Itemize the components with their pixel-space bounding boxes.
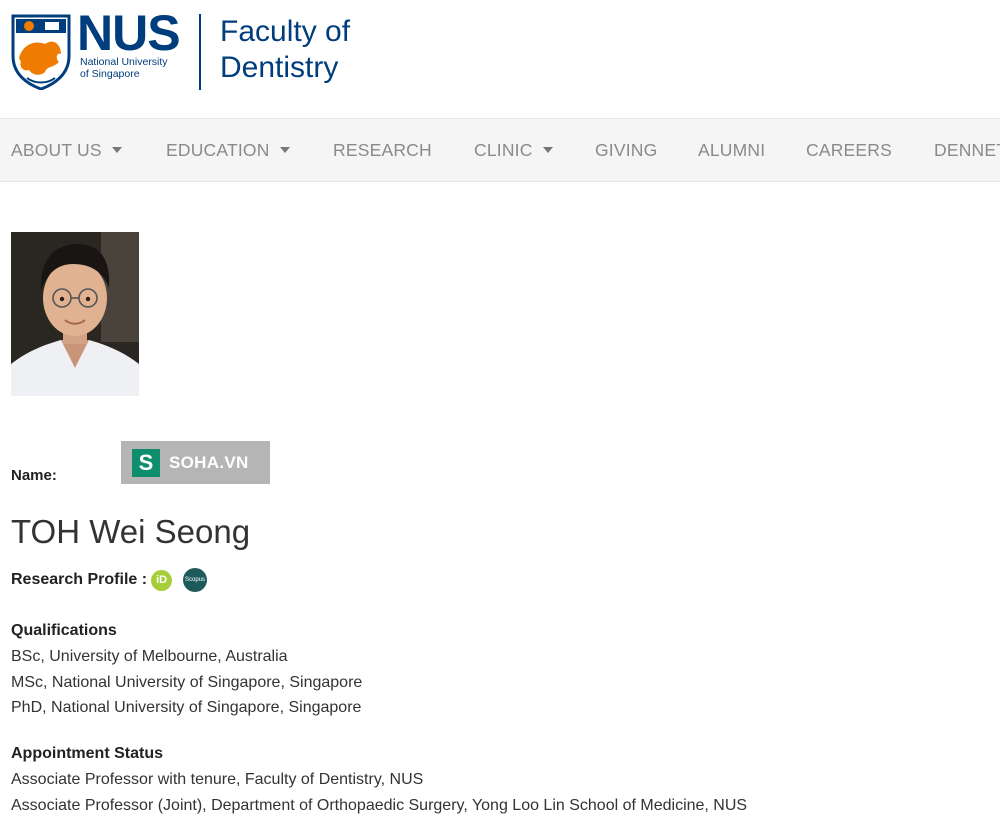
qualifications-list: BSc, University of Melbourne, Australia … — [11, 644, 362, 721]
faculty-title[interactable]: Faculty of Dentistry — [220, 14, 350, 86]
qualification-item: MSc, National University of Singapore, S… — [11, 673, 363, 691]
research-profile-label: Research Profile : — [11, 571, 148, 588]
nav-item-label: DENNET — [934, 140, 1000, 160]
soha-logo-icon: S — [132, 449, 160, 477]
caret-down-icon — [279, 146, 290, 153]
nav-item-label: ALUMNI — [698, 140, 766, 160]
qualifications-title: Qualifications — [11, 622, 117, 639]
nus-crest-icon[interactable] — [11, 14, 71, 91]
nav-item-education[interactable]: EDUCATION — [166, 139, 290, 161]
caret-down-icon — [111, 146, 122, 153]
watermark-text: SOHA.VN — [169, 453, 249, 472]
appointment-item: Associate Professor (Joint), Department … — [11, 796, 748, 814]
nav-item-dennet[interactable]: DENNET — [934, 139, 1000, 161]
nav-item-careers[interactable]: CAREERS — [806, 139, 892, 161]
nus-subtitle-line1: National University — [80, 56, 168, 68]
nav-item-label: CAREERS — [806, 140, 893, 160]
nav-item-about-us[interactable]: ABOUT US — [11, 139, 122, 161]
orcid-icon[interactable]: iD — [151, 569, 173, 591]
main-nav: ABOUT US EDUCATION RESEARCH CLINIC GIVIN… — [0, 118, 1000, 182]
research-profile: Research Profile : iD Scopus — [11, 568, 208, 592]
scopus-icon[interactable]: Scopus — [183, 568, 208, 592]
soha-watermark: S SOHA.VN — [121, 441, 270, 484]
appointment-status-title: Appointment Status — [11, 745, 163, 762]
person-name: TOH Wei Seong — [11, 513, 251, 550]
qualification-item: BSc, University of Melbourne, Australia — [11, 648, 288, 665]
nav-item-clinic[interactable]: CLINIC — [474, 139, 553, 161]
nus-subtitle-line2: of Singapore — [80, 68, 140, 80]
logo-divider — [199, 14, 201, 90]
nav-item-label: ABOUT US — [11, 140, 102, 160]
appointment-item: Associate Professor with tenure, Faculty… — [11, 771, 424, 788]
nav-item-label: CLINIC — [474, 140, 533, 160]
nav-item-label: RESEARCH — [333, 140, 432, 160]
nus-wordmark[interactable]: NUS — [77, 8, 181, 58]
profile-photo — [11, 232, 139, 396]
nav-item-label: EDUCATION — [166, 140, 270, 160]
nav-item-alumni[interactable]: ALUMNI — [698, 139, 765, 161]
appointment-list: Associate Professor with tenure, Faculty… — [11, 767, 747, 818]
caret-down-icon — [542, 146, 553, 153]
name-label: Name: — [11, 467, 57, 484]
nus-subtitle: National University of Singapore — [80, 56, 190, 80]
nav-item-research[interactable]: RESEARCH — [333, 139, 432, 161]
qualification-item: PhD, National University of Singapore, S… — [11, 699, 362, 716]
faculty-title-line1: Faculty of — [220, 15, 351, 48]
site-header: NUS National University of Singapore Fac… — [0, 0, 1000, 118]
nav-item-giving[interactable]: GIVING — [595, 139, 657, 161]
nav-item-label: GIVING — [595, 140, 658, 160]
faculty-title-line2: Dentistry — [220, 51, 339, 84]
